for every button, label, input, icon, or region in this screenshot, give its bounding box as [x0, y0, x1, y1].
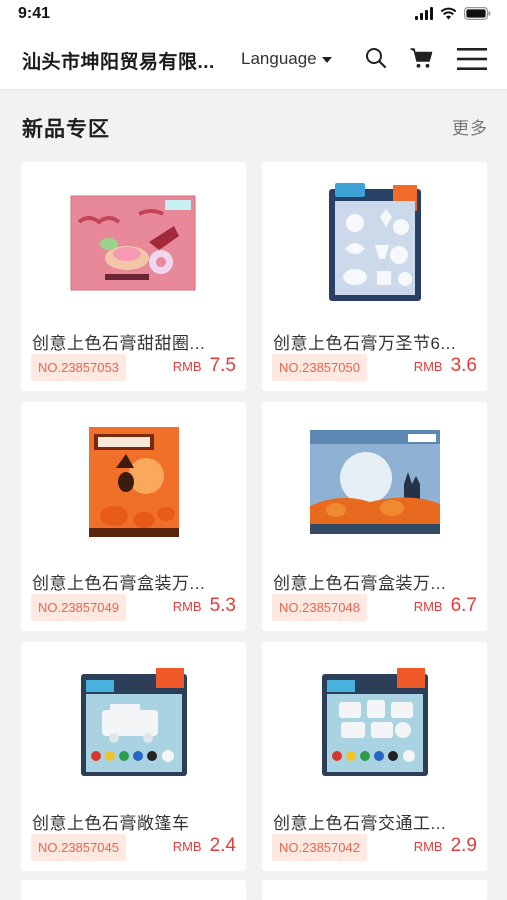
currency-label: RMB — [172, 839, 202, 854]
car-kit-image — [80, 668, 187, 776]
currency-label: RMB — [413, 839, 443, 854]
product-card-partial[interactable] — [21, 880, 246, 900]
section-header: 新品专区 更多 — [22, 105, 488, 149]
cart-icon[interactable] — [409, 46, 435, 70]
product-title[interactable]: 创意上色石膏万圣节6... — [273, 329, 478, 354]
signal-icon — [415, 7, 433, 20]
status-time: 9:41 — [18, 5, 51, 22]
product-title[interactable]: 创意上色石膏交通工... — [273, 809, 478, 834]
product-card[interactable]: 创意上色石膏万圣节6... NO.23857050 RMB 3.6 — [262, 162, 487, 391]
product-title[interactable]: 创意上色石膏敞篷车 — [32, 809, 237, 834]
product-price: RMB 7.5 — [173, 355, 236, 377]
product-price: RMB 2.4 — [173, 835, 236, 857]
currency-label: RMB — [413, 359, 443, 374]
product-image[interactable] — [262, 162, 487, 322]
halloween-kit-image — [328, 183, 421, 301]
company-name[interactable]: 汕头市坤阳贸易有限... — [22, 47, 232, 74]
price-value: 7.5 — [209, 355, 236, 376]
product-code: NO.23857050 — [272, 354, 367, 381]
battery-icon — [464, 7, 491, 20]
product-price: RMB 6.7 — [414, 595, 477, 617]
product-image[interactable] — [21, 162, 246, 322]
product-card[interactable]: 创意上色石膏甜甜圈... NO.23857053 RMB 7.5 — [21, 162, 246, 391]
halloween-box-image — [88, 427, 179, 537]
product-card[interactable]: 创意上色石膏敞篷车 NO.23857045 RMB 2.4 — [21, 642, 246, 871]
product-title[interactable]: 创意上色石膏盒装万... — [32, 569, 237, 594]
price-value: 6.7 — [450, 595, 477, 616]
search-icon[interactable] — [364, 46, 388, 70]
product-code: NO.23857049 — [31, 594, 126, 621]
halloween-moon-image — [309, 430, 440, 534]
donut-kit-image — [70, 195, 195, 291]
product-code: NO.23857053 — [31, 354, 126, 381]
currency-label: RMB — [413, 599, 443, 614]
product-image[interactable] — [262, 402, 487, 562]
product-image[interactable] — [262, 642, 487, 802]
section-title: 新品专区 — [22, 118, 110, 141]
product-card[interactable]: 创意上色石膏盒装万... NO.23857049 RMB 5.3 — [21, 402, 246, 631]
product-title[interactable]: 创意上色石膏甜甜圈... — [32, 329, 237, 354]
price-value: 5.3 — [209, 595, 236, 616]
price-value: 2.4 — [209, 835, 236, 856]
product-image[interactable] — [21, 402, 246, 562]
product-code: NO.23857048 — [272, 594, 367, 621]
product-price: RMB 3.6 — [414, 355, 477, 377]
product-code: NO.23857042 — [272, 834, 367, 861]
currency-label: RMB — [172, 359, 202, 374]
product-image[interactable] — [21, 642, 246, 802]
product-price: RMB 2.9 — [414, 835, 477, 857]
wifi-icon — [440, 7, 457, 20]
product-code: NO.23857045 — [31, 834, 126, 861]
product-card[interactable]: 创意上色石膏交通工... NO.23857042 RMB 2.9 — [262, 642, 487, 871]
status-icons — [415, 7, 491, 20]
language-selector[interactable]: Language — [241, 49, 332, 69]
menu-icon[interactable] — [456, 46, 488, 72]
product-title[interactable]: 创意上色石膏盒装万... — [273, 569, 478, 594]
app-header: 汕头市坤阳贸易有限... Language — [0, 30, 507, 90]
language-label: Language — [241, 49, 317, 68]
vehicle-kit-image — [321, 668, 428, 776]
status-bar: 9:41 — [0, 0, 507, 30]
caret-down-icon — [321, 56, 332, 63]
product-price: RMB 5.3 — [173, 595, 236, 617]
price-value: 3.6 — [450, 355, 477, 376]
more-link[interactable]: 更多 — [452, 114, 488, 139]
product-card-partial[interactable] — [262, 880, 487, 900]
price-value: 2.9 — [450, 835, 477, 856]
currency-label: RMB — [172, 599, 202, 614]
product-card[interactable]: 创意上色石膏盒装万... NO.23857048 RMB 6.7 — [262, 402, 487, 631]
